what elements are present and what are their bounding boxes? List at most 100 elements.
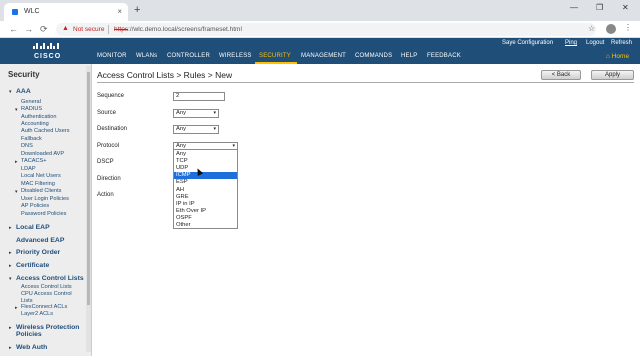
forward-arrow-icon[interactable]: → <box>24 24 33 34</box>
close-window-button[interactable]: ✕ <box>622 3 629 12</box>
nav-wireless[interactable]: WIRELESS <box>219 53 252 59</box>
sidebar-item-downloaded-avp[interactable]: Downloaded AVP <box>21 151 64 157</box>
maximize-button[interactable]: ❐ <box>596 3 603 12</box>
expand-down-icon[interactable]: ▾ <box>9 89 12 95</box>
sidebar-item-certificate[interactable]: Certificate <box>16 262 49 269</box>
browser-menu-icon[interactable]: ⋮ <box>624 23 632 32</box>
expand-down-icon[interactable]: ▾ <box>15 107 18 113</box>
security-warning[interactable]: Not secure <box>73 26 104 33</box>
ping-link[interactable]: Ping <box>565 40 577 46</box>
back-arrow-icon[interactable]: ← <box>9 24 18 34</box>
protocol-option-ah[interactable]: AH <box>174 187 237 194</box>
cisco-logo-text: CISCO <box>34 53 62 60</box>
protocol-option-any[interactable]: Any <box>174 151 237 158</box>
chevron-down-icon: ▾ <box>213 126 216 132</box>
expand-right-icon[interactable]: ▸ <box>15 159 18 165</box>
expand-right-icon[interactable]: ▸ <box>9 225 12 231</box>
protocol-option-ip-in-ip[interactable]: IP in IP <box>174 201 237 208</box>
refresh-link[interactable]: Refresh <box>611 40 632 46</box>
destination-select[interactable]: Any ▾ <box>173 125 219 134</box>
sidebar-item-dns[interactable]: DNS <box>21 143 33 149</box>
protocol-option-esp[interactable]: ESP <box>174 179 237 186</box>
tab-title: WLC <box>24 8 40 15</box>
nav-feedback[interactable]: FEEDBACK <box>427 53 461 59</box>
protocol-option-ospf[interactable]: OSPF <box>174 215 237 222</box>
source-label: Source <box>97 110 117 116</box>
sidebar-item-flexconnect-acls[interactable]: FlexConnect ACLs <box>21 304 67 310</box>
browser-tab-strip: WLC × + — ❐ ✕ <box>0 0 640 21</box>
warning-icon: ▲ <box>62 25 69 32</box>
protocol-option-udp[interactable]: UDP <box>174 165 237 172</box>
nav-management[interactable]: MANAGEMENT <box>301 53 346 59</box>
nav-wlans[interactable]: WLANs <box>136 53 157 59</box>
sidebar-item-authentication[interactable]: Authentication <box>21 114 56 120</box>
active-nav-indicator <box>255 62 297 64</box>
url-bar[interactable]: ▲ Not secure https://wlc.demo.local/scre… <box>56 23 596 36</box>
destination-value: Any <box>176 126 186 132</box>
nav-commands[interactable]: COMMANDS <box>355 53 392 59</box>
logout-link[interactable]: Logout <box>586 40 604 46</box>
sidebar-item-layer2-acls[interactable]: Layer2 ACLs <box>21 311 53 317</box>
sidebar-item-advanced-eap[interactable]: Advanced EAP <box>16 237 64 244</box>
nav-monitor[interactable]: MONITOR <box>97 53 127 59</box>
expand-right-icon[interactable]: ▸ <box>15 305 18 311</box>
title-divider <box>97 82 634 83</box>
apply-button[interactable]: Apply <box>591 70 634 80</box>
sidebar-item-aaa[interactable]: AAA <box>16 88 31 95</box>
protocol-option-gre[interactable]: GRE <box>174 194 237 201</box>
url-text[interactable]: https://wlc.demo.local/screens/frameset.… <box>114 26 242 33</box>
expand-right-icon[interactable]: ▸ <box>9 250 12 256</box>
sequence-input[interactable]: 2 <box>173 92 225 101</box>
expand-down-icon[interactable]: ▾ <box>9 276 12 282</box>
destination-label: Destination <box>97 126 128 132</box>
nav-help[interactable]: HELP <box>401 53 417 59</box>
home-link[interactable]: ⌂ Home <box>606 53 629 60</box>
sidebar-item-local-eap[interactable]: Local EAP <box>16 224 50 231</box>
sidebar-scroll-thumb[interactable] <box>87 72 90 305</box>
save-configuration-link[interactable]: Saye Configuration <box>502 40 553 46</box>
sidebar-item-fallback[interactable]: Fallback <box>21 136 42 142</box>
expand-right-icon[interactable]: ▸ <box>9 263 12 269</box>
browser-tab[interactable]: WLC × <box>4 3 128 21</box>
sidebar-item-priority-order[interactable]: Priority Order <box>16 249 60 256</box>
sidebar-item-web-auth[interactable]: Web Auth <box>16 344 47 351</box>
protocol-option-icmp[interactable]: ICMP <box>174 172 237 180</box>
new-tab-button[interactable]: + <box>134 4 140 16</box>
bookmark-star-icon[interactable]: ☆ <box>588 24 595 33</box>
back-button[interactable]: < Back <box>541 70 581 80</box>
sidebar-item-auth-cached-users[interactable]: Auth Cached Users <box>21 128 70 134</box>
sidebar-item-mac-filtering[interactable]: MAC Filtering <box>21 181 55 187</box>
dscp-label: DSCP <box>97 159 114 165</box>
protocol-option-tcp[interactable]: TCP <box>174 158 237 165</box>
protocol-option-eth-over-ip[interactable]: Eth Over IP <box>174 208 237 215</box>
sidebar-item-access-control-lists[interactable]: Access Control Lists <box>16 275 84 282</box>
sidebar-item-password-policies[interactable]: Password Policies <box>21 211 66 217</box>
url-path: ://wlc.demo.local/screens/frameset.html <box>128 25 242 33</box>
expand-down-icon[interactable]: ▾ <box>15 189 18 195</box>
expand-right-icon[interactable]: ▸ <box>9 345 12 351</box>
sidebar-item-tacacs[interactable]: TACACS+ <box>21 158 47 164</box>
nav-controller[interactable]: CONTROLLER <box>167 53 210 59</box>
profile-avatar[interactable] <box>606 24 616 34</box>
minimize-button[interactable]: — <box>570 3 578 12</box>
tab-close-icon[interactable]: × <box>117 7 122 16</box>
sidebar-item-cpu-access-control[interactable]: CPU Access Control <box>21 291 72 297</box>
nav-security[interactable]: SECURITY <box>259 53 291 59</box>
sidebar-item-ap-policies[interactable]: AP Policies <box>21 203 49 209</box>
reload-icon[interactable]: ⟳ <box>40 24 48 35</box>
sidebar-item-local-net-users[interactable]: Local Net Users <box>21 173 61 179</box>
protocol-option-other[interactable]: Other <box>174 222 237 229</box>
chevron-down-icon: ▾ <box>213 110 216 116</box>
sidebar-item-general[interactable]: General <box>21 99 41 105</box>
sidebar-item-access-control-lists[interactable]: Access Control Lists <box>21 284 72 290</box>
sidebar-item-radius[interactable]: RADIUS <box>21 106 42 112</box>
sidebar-item-wireless-protection[interactable]: Wireless Protection <box>16 324 79 331</box>
sidebar-item-ldap[interactable]: LDAP <box>21 166 36 172</box>
source-select[interactable]: Any ▾ <box>173 109 219 118</box>
sidebar-item-policies[interactable]: Policies <box>16 331 42 338</box>
sidebar-item-disabled-clients[interactable]: Disabled Clients <box>21 188 61 194</box>
expand-right-icon[interactable]: ▸ <box>9 325 12 331</box>
source-value: Any <box>176 110 186 116</box>
sidebar-item-accounting[interactable]: Accounting <box>21 121 49 127</box>
sidebar-item-user-login-policies[interactable]: User Login Policies <box>21 196 69 202</box>
